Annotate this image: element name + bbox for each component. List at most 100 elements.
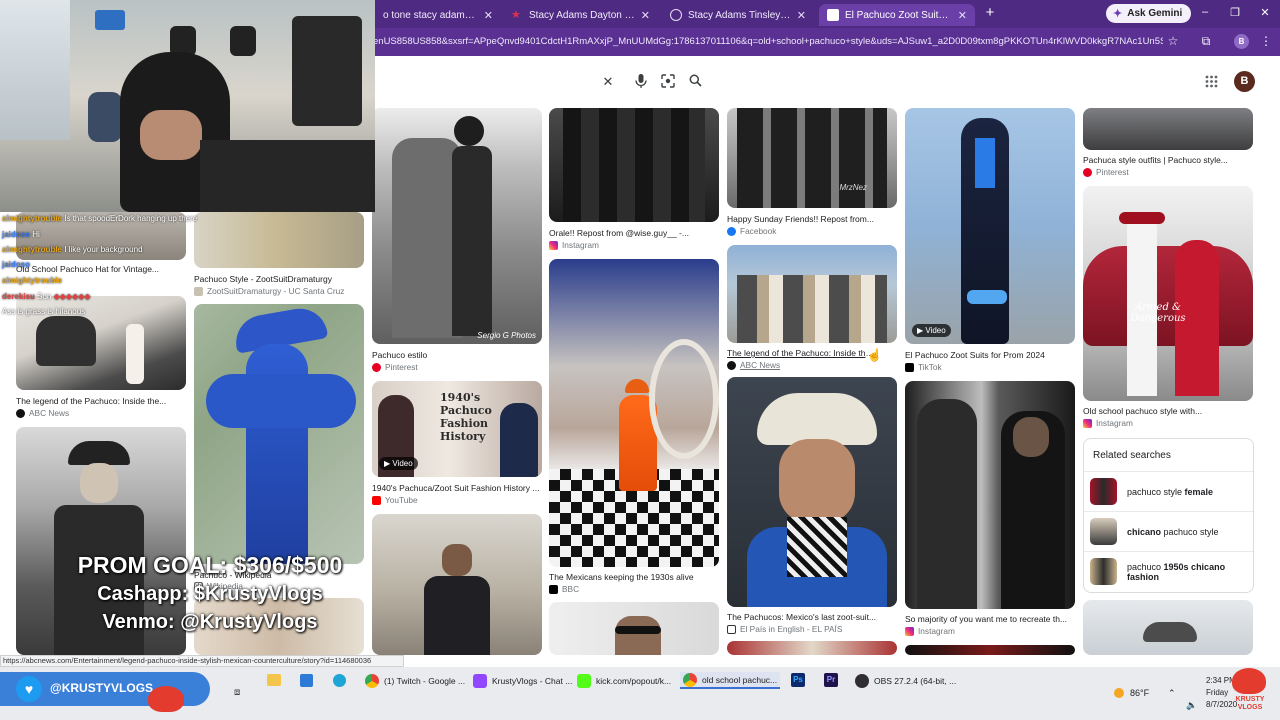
related-thumbnail xyxy=(1090,478,1117,505)
minimize-button[interactable]: – xyxy=(1196,6,1214,18)
result-source[interactable]: YouTube xyxy=(372,495,418,505)
result-source[interactable]: Pinterest xyxy=(1083,167,1129,177)
result-title[interactable]: Pachuco estilo xyxy=(372,350,542,360)
result-image-fedora[interactable] xyxy=(1083,600,1253,655)
result-image-partial[interactable] xyxy=(727,641,897,655)
related-search-item[interactable]: pachuco style female xyxy=(1084,471,1253,511)
result-title[interactable]: Pachuca style outfits | Pachuco style... xyxy=(1083,155,1253,165)
taskbar-item[interactable]: OBS 27.2.4 (64-bit, ... xyxy=(852,672,959,689)
result-source[interactable]: ABC News xyxy=(727,360,780,370)
result-title[interactable]: The legend of the Pachuco: Inside the... xyxy=(16,396,186,406)
result-source-label: TikTok xyxy=(918,362,942,372)
hand-cursor-icon: ☝ xyxy=(867,348,882,362)
crab-icon xyxy=(148,686,184,712)
related-search-item[interactable]: chicano pachuco style xyxy=(1084,511,1253,551)
gemini-spark-icon: ✦ xyxy=(1113,8,1123,20)
youtube-icon xyxy=(372,495,381,505)
clear-search-icon[interactable]: ✕ xyxy=(599,74,617,90)
store-icon[interactable] xyxy=(300,674,313,687)
related-label: chicano pachuco style xyxy=(1127,526,1219,537)
result-image-armed-dangerous[interactable]: Armed & Dangerous xyxy=(1083,186,1253,401)
close-tab-icon[interactable]: ✕ xyxy=(484,9,493,22)
result-image-pachuco-bw[interactable]: Sergio G Photos xyxy=(372,108,542,344)
tray-chevron-icon[interactable]: ⌃ xyxy=(1168,688,1176,699)
result-source[interactable]: ABC News xyxy=(16,408,69,418)
result-image-pachuca-outfits[interactable] xyxy=(1083,108,1253,150)
file-explorer-icon[interactable] xyxy=(267,674,281,686)
weather-temperature[interactable]: 86°F xyxy=(1130,688,1149,698)
close-tab-icon[interactable]: ✕ xyxy=(641,9,650,22)
bookmark-star-icon[interactable]: ☆ xyxy=(1165,34,1181,48)
result-title[interactable]: Pachuco Style - ZootSuitDramaturgy xyxy=(194,274,364,284)
result-source[interactable]: Pinterest xyxy=(372,362,418,372)
google-account-avatar[interactable]: B xyxy=(1234,71,1255,92)
result-title[interactable]: El Pachuco Zoot Suits for Prom 2024 xyxy=(905,350,1075,360)
result-image-orange-zoot[interactable] xyxy=(549,259,719,567)
related-searches-panel: Related searches pachuco style female ch… xyxy=(1083,438,1254,593)
google-apps-icon[interactable] xyxy=(1205,75,1218,91)
twitter-handle: @KRUSTYVLOGS xyxy=(50,681,154,695)
result-title[interactable]: The Mexicans keeping the 1930s alive xyxy=(549,572,719,582)
result-image-sunglasses-man[interactable] xyxy=(549,602,719,655)
result-image-chains[interactable] xyxy=(549,108,719,222)
taskbar-label: old school pachuc... xyxy=(702,674,778,685)
tab-stacy-adams-shoes[interactable]: o tone stacy adams shoes in ✕ xyxy=(375,4,501,26)
result-title[interactable]: 1940's Pachuca/Zoot Suit Fashion History… xyxy=(372,483,542,493)
result-image-white-hat-man[interactable] xyxy=(727,377,897,607)
result-title[interactable]: The legend of the Pachuco: Inside the... xyxy=(727,348,877,358)
result-image-man-doorway[interactable] xyxy=(372,514,542,655)
result-image-zoot-suit[interactable] xyxy=(194,212,364,268)
result-title[interactable]: So majority of you want me to recreate t… xyxy=(905,614,1075,624)
result-source[interactable]: Facebook xyxy=(727,226,776,236)
close-tab-icon[interactable]: ✕ xyxy=(958,9,967,22)
result-image-prom-zoot-video[interactable]: ▶ Video xyxy=(905,108,1075,344)
task-view-icon[interactable]: ⧈ xyxy=(234,687,240,698)
voice-search-icon[interactable] xyxy=(632,74,650,91)
browser-profile-avatar[interactable]: B xyxy=(1234,34,1249,49)
pinterest-icon xyxy=(372,362,381,372)
cashapp-text: Cashapp: $KrustyVlogs xyxy=(97,583,323,605)
result-image-fashion-history-video[interactable]: 1940's Pachuco Fashion History ▶ Video xyxy=(372,381,542,477)
result-source[interactable]: ZootSuitDramaturgy - UC Santa Cruz xyxy=(194,286,344,296)
premiere-icon[interactable]: Pr xyxy=(824,673,838,687)
logo-text: KRUSTY VLOGS xyxy=(1235,696,1265,711)
tab-stacy-adams-tinsley[interactable]: Stacy Adams Tinsley Wingtip O ✕ xyxy=(662,4,814,26)
close-window-button[interactable]: ✕ xyxy=(1256,6,1274,19)
result-source[interactable]: Instagram xyxy=(549,240,599,250)
taskbar-item[interactable]: KrustyVlogs - Chat ... xyxy=(470,672,575,689)
ask-gemini-button[interactable]: ✦ Ask Gemini xyxy=(1106,4,1192,23)
result-image-pachuco-group-street[interactable] xyxy=(727,245,897,343)
close-tab-icon[interactable]: ✕ xyxy=(797,9,806,22)
address-bar[interactable]: enUS858US858&sxsrf=APpeQnvd9401CdctH1RmA… xyxy=(373,32,1163,52)
result-source[interactable]: Instagram xyxy=(1083,418,1133,428)
related-search-item[interactable]: pachuco 1950s chicano fashion xyxy=(1084,551,1253,591)
result-source[interactable]: Instagram xyxy=(905,626,955,636)
taskbar-item[interactable]: kick.com/popout/k... xyxy=(574,672,674,689)
maximize-button[interactable]: ❐ xyxy=(1226,6,1244,19)
edge-icon[interactable] xyxy=(333,674,346,687)
photoshop-icon[interactable]: Ps xyxy=(791,673,805,687)
extensions-icon[interactable]: ⧉ xyxy=(1198,34,1214,49)
taskbar-item-active[interactable]: old school pachuc... xyxy=(680,672,781,689)
twitter-bird-icon: ♥ xyxy=(16,676,42,702)
result-image-blue-zoot[interactable] xyxy=(194,304,364,564)
result-source[interactable]: El País in English - EL PAÍS xyxy=(727,624,842,634)
result-title[interactable]: The Pachucos: Mexico's last zoot-suit... xyxy=(727,612,897,622)
result-title[interactable]: Old school pachuco style with... xyxy=(1083,406,1253,416)
result-source[interactable]: BBC xyxy=(549,584,579,594)
result-image-partial[interactable] xyxy=(905,645,1075,655)
new-tab-button[interactable]: + xyxy=(982,5,998,21)
lens-search-icon[interactable] xyxy=(659,74,677,91)
result-image-two-men-bw[interactable] xyxy=(905,381,1075,609)
search-icon[interactable] xyxy=(686,74,704,90)
result-title[interactable]: Happy Sunday Friends!! Repost from... xyxy=(727,214,897,224)
result-title[interactable]: Orale!! Repost from @wise.guy__ -... xyxy=(549,228,719,238)
result-image-group-suits[interactable]: MrzNez xyxy=(727,108,897,208)
tab-el-pachuco[interactable]: El Pachuco Zoot Suits | The Ori ✕ xyxy=(819,4,975,26)
result-source[interactable]: TikTok xyxy=(905,362,942,372)
volume-icon[interactable]: 🔈 xyxy=(1186,700,1197,711)
tab-stacy-adams-dayton[interactable]: ★ Stacy Adams Dayton Wing-Tip ✕ xyxy=(503,4,658,26)
browser-menu-icon[interactable]: ⋮ xyxy=(1258,34,1274,48)
taskbar-item[interactable]: (1) Twitch - Google ... xyxy=(362,672,468,689)
chat-message: almightytrouble I like your background xyxy=(2,245,143,254)
